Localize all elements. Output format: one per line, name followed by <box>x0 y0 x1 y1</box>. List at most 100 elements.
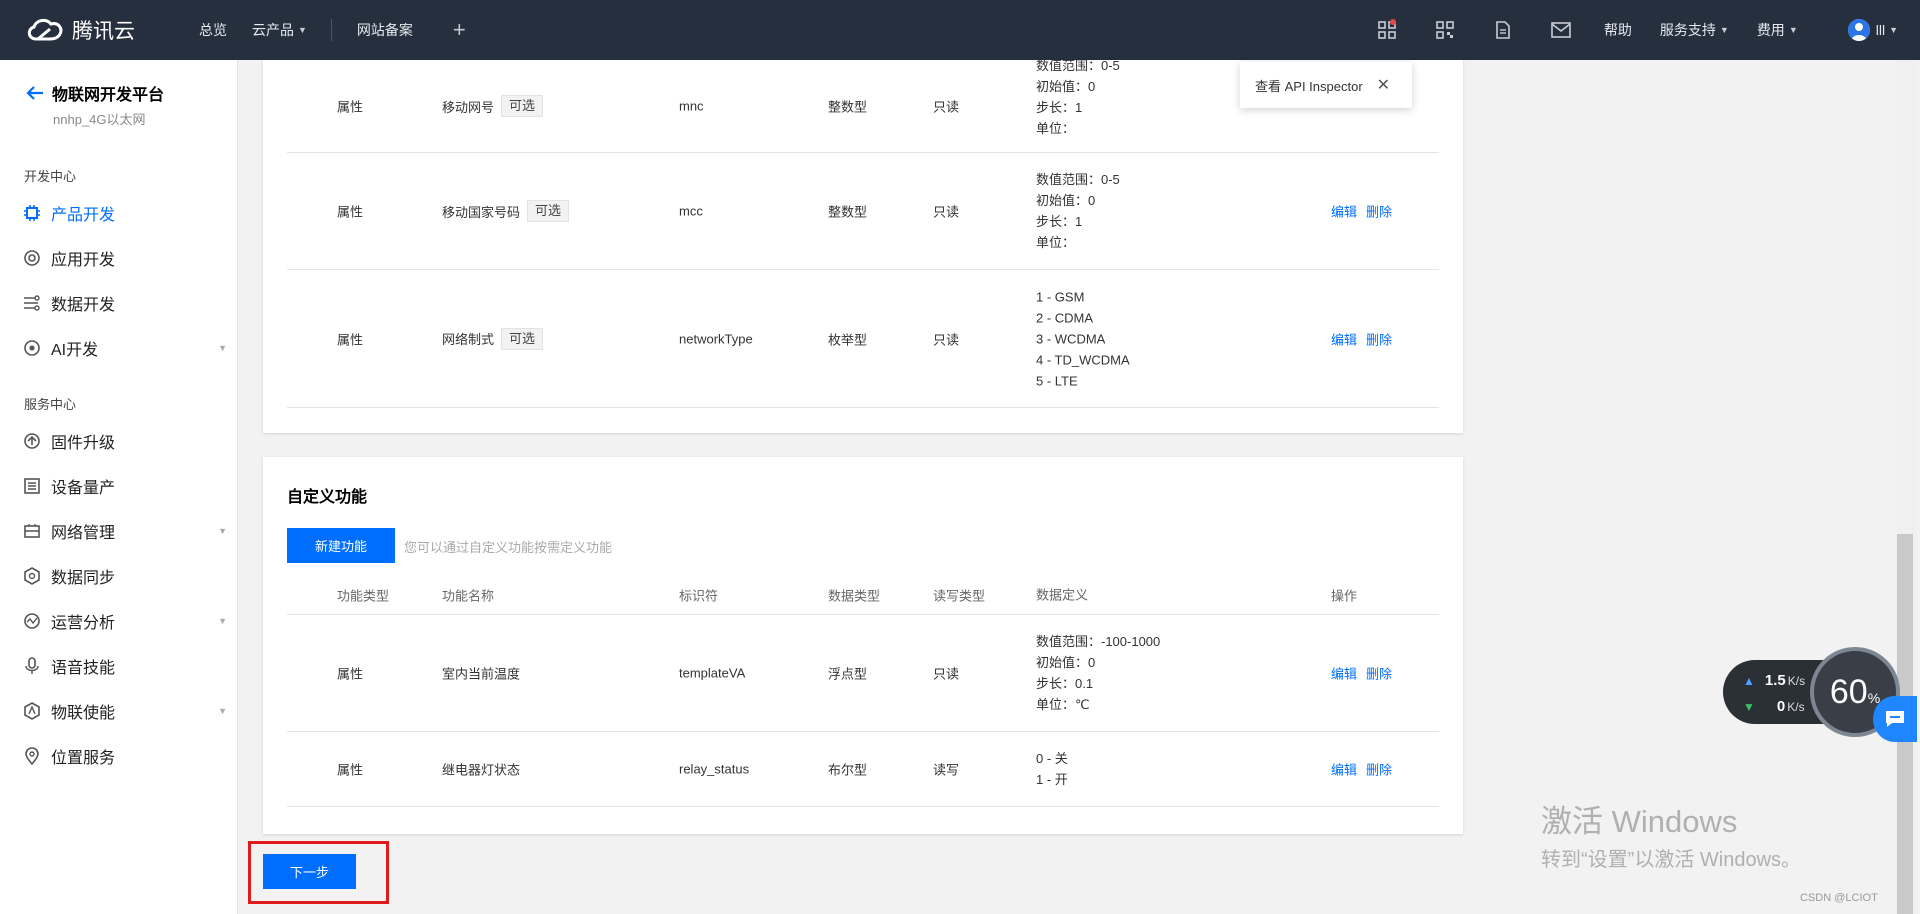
identifier: networkType <box>679 331 753 346</box>
help-link[interactable]: 帮助 <box>1604 20 1632 40</box>
table-row: 属性 网络制式 可选 networkType 枚举型 只读 1 - GSM 2 -… <box>287 270 1439 408</box>
nav-cloud-products[interactable]: 云产品 ▼ <box>252 20 307 40</box>
delete-link[interactable]: 删除 <box>1366 332 1392 347</box>
table-row: 属性 继电器灯状态 relay_status 布尔型 读写 0 - 关 1 - … <box>287 732 1439 807</box>
upload-speed: ▲ 1.5 K/s <box>1743 672 1805 689</box>
function-type: 属性 <box>337 99 364 115</box>
sidebar-item-label: 语音技能 <box>51 660 116 677</box>
edit-link[interactable]: 编辑 <box>1331 205 1357 220</box>
sidebar-item-label: 设备量产 <box>51 480 116 497</box>
row-actions: 编辑 删除 <box>1331 329 1401 348</box>
def-line: 1 - 开 <box>1036 772 1068 787</box>
document-icon[interactable] <box>1474 0 1532 60</box>
download-speed: ▼ 0 K/s <box>1743 698 1805 715</box>
def-line: 初始值：0 <box>1036 79 1096 94</box>
group-service-center: 服务中心 <box>24 397 77 412</box>
sidebar-item-iot-enable[interactable]: 物联使能 ▼ <box>22 696 227 726</box>
apps-grid-icon[interactable] <box>1358 0 1416 60</box>
delete-link[interactable]: 删除 <box>1366 667 1392 682</box>
chevron-down-icon: ▼ <box>218 526 227 536</box>
def-line: 2 - CDMA <box>1036 310 1094 325</box>
data-definition: 数值范围：-100-1000 初始值：0 步长：0.1 单位：℃ <box>1036 631 1160 715</box>
rw-type: 只读 <box>933 204 960 220</box>
def-line: 步长：1 <box>1036 214 1083 229</box>
nav-icp-filing[interactable]: 网站备案 <box>357 20 413 40</box>
delete-link[interactable]: 删除 <box>1366 205 1392 220</box>
chevron-down-icon: ▼ <box>298 25 307 35</box>
billing-menu[interactable]: 费用 ▼ <box>1757 20 1798 40</box>
def-line: 数值范围：-100-1000 <box>1036 634 1161 649</box>
sidebar-item-product-dev[interactable]: 产品开发 <box>22 198 222 228</box>
sidebar-item-voice[interactable]: 语音技能 <box>22 651 222 681</box>
support-menu-label: 服务支持 <box>1659 22 1716 38</box>
qrcode-icon[interactable] <box>1416 0 1474 60</box>
new-function-button[interactable]: 新建功能 <box>287 528 395 563</box>
app-icon <box>22 248 42 268</box>
chevron-down-icon: ▼ <box>1719 25 1729 35</box>
next-step-button[interactable]: 下一步 <box>263 854 356 889</box>
upload-arrow-icon: ▲ <box>1743 674 1755 688</box>
def-line: 3 - WCDMA <box>1036 331 1106 346</box>
sidebar-item-location[interactable]: 位置服务 <box>22 741 222 771</box>
rw-type: 读写 <box>933 762 960 778</box>
table-row: 属性 移动国家号码 可选 mcc 整数型 只读 数值范围：0-5 初始值：0 步长… <box>287 153 1439 270</box>
function-name: 移动国家号码 可选 <box>442 200 570 222</box>
def-line: 步长：1 <box>1036 100 1083 115</box>
tencent-cloud-logo[interactable]: 腾讯云 <box>24 15 174 45</box>
close-icon[interactable]: ✕ <box>1377 75 1390 95</box>
sidebar-item-label: 固件升级 <box>51 435 116 452</box>
ai-icon <box>22 338 42 358</box>
nav-overview[interactable]: 总览 <box>199 20 227 40</box>
iot-enable-icon <box>22 701 42 721</box>
download-arrow-icon: ▼ <box>1743 700 1755 714</box>
add-shortcut-icon[interactable]: + <box>453 17 466 43</box>
notification-dot <box>1389 19 1396 25</box>
def-line: 数值范围：0-5 <box>1036 58 1120 73</box>
sidebar-item-ai-dev[interactable]: AI开发 ▼ <box>22 333 227 363</box>
sidebar-item-data-sync[interactable]: 数据同步 <box>22 561 222 591</box>
function-name: 继电器灯状态 <box>442 762 521 778</box>
header-ops: 操作 <box>1331 588 1358 603</box>
sidebar-item-label: 应用开发 <box>51 252 116 269</box>
delete-link[interactable]: 删除 <box>1366 763 1392 778</box>
custom-functions-card: 自定义功能 新建功能 您可以通过自定义功能按需定义功能 功能类型 功能名称 标识… <box>263 457 1463 834</box>
edit-link[interactable]: 编辑 <box>1331 332 1357 347</box>
chat-support-icon[interactable] <box>1873 696 1917 742</box>
sidebar-item-label: AI开发 <box>51 342 99 359</box>
usage-percent: 60 <box>1829 672 1868 711</box>
sidebar-item-app-dev[interactable]: 应用开发 <box>22 243 222 273</box>
user-menu[interactable]: lll ▼ <box>1826 19 1898 41</box>
sidebar-item-device-batch[interactable]: 设备量产 <box>22 471 222 501</box>
sidebar-item-data-dev[interactable]: 数据开发 <box>22 288 222 318</box>
optional-tag: 可选 <box>501 327 544 350</box>
table-header: 功能类型 功能名称 标识符 数据类型 读写类型 数据定义 操作 <box>287 575 1439 615</box>
arrow-left-icon <box>26 86 43 100</box>
sidebar-item-network[interactable]: 网络管理 ▼ <box>22 516 227 546</box>
back-to-platform[interactable]: 物联网开发平台 <box>26 81 164 105</box>
edit-link[interactable]: 编辑 <box>1331 763 1357 778</box>
data-type: 布尔型 <box>828 762 868 778</box>
api-inspector-popup[interactable]: 查看 API Inspector ✕ <box>1240 62 1412 108</box>
mail-icon[interactable] <box>1532 0 1590 60</box>
def-line: 5 - LTE <box>1036 373 1078 388</box>
windows-activation-watermark: 激活 Windows 转到“设置”以激活 Windows。 <box>1541 796 1801 872</box>
def-line: 数值范围：0-5 <box>1036 172 1120 187</box>
sidebar-item-label: 数据同步 <box>51 570 116 587</box>
rw-type: 只读 <box>933 666 960 682</box>
def-line: 步长：0.1 <box>1036 676 1094 691</box>
chevron-down-icon: ▼ <box>218 616 227 626</box>
top-navbar: 腾讯云 总览 云产品 ▼ 网站备案 + 帮助 服务支持 ▼ 费用 ▼ lll ▼ <box>0 0 1920 60</box>
platform-title: 物联网开发平台 <box>52 87 165 104</box>
sidebar-item-firmware[interactable]: 固件升级 <box>22 426 222 456</box>
data-type: 浮点型 <box>828 666 868 682</box>
function-name: 室内当前温度 <box>442 666 521 682</box>
def-line: 初始值：0 <box>1036 655 1096 670</box>
firmware-icon <box>22 431 42 451</box>
chevron-down-icon: ▼ <box>1889 25 1898 35</box>
watermark-line2: 转到“设置”以激活 Windows。 <box>1541 849 1802 871</box>
row-actions: 编辑 删除 <box>1331 202 1401 221</box>
rw-type: 只读 <box>933 99 960 115</box>
edit-link[interactable]: 编辑 <box>1331 667 1357 682</box>
support-menu[interactable]: 服务支持 ▼ <box>1660 20 1729 40</box>
sidebar-item-analysis[interactable]: 运营分析 ▼ <box>22 606 227 636</box>
